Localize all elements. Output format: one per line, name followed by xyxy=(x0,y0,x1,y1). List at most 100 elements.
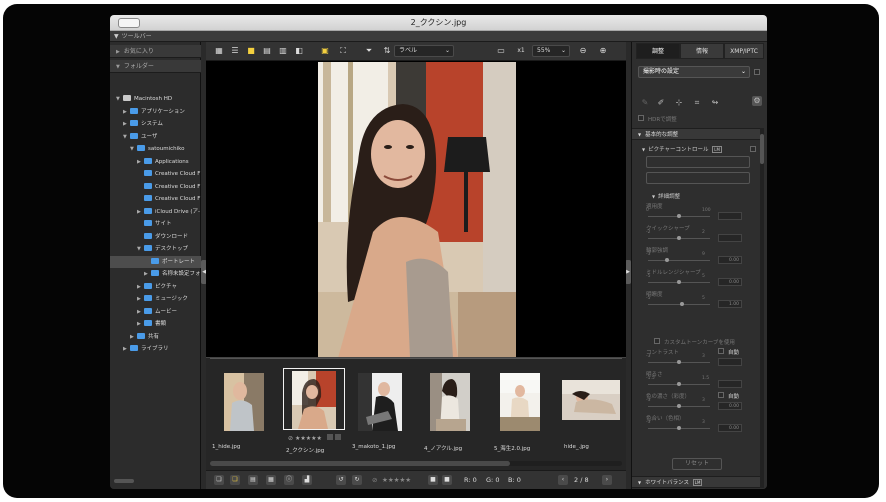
retouch-brush-icon[interactable]: ✐ xyxy=(656,98,666,108)
slider-value-field[interactable]: 0.00 xyxy=(718,256,742,264)
single-view-icon[interactable]: ■ xyxy=(246,46,256,56)
label-color-icon[interactable]: ■ xyxy=(428,475,438,485)
label-icon[interactable] xyxy=(326,434,333,440)
folder-tree-item[interactable]: ▶ アプリケーション xyxy=(110,106,201,118)
info-panel-icon[interactable]: ▤ xyxy=(248,475,258,485)
crop-icon[interactable]: ⌗ xyxy=(692,98,702,108)
grid-view-icon[interactable]: ▦ xyxy=(214,46,224,56)
thumbnail-3[interactable] xyxy=(358,373,402,431)
disclosure-right-icon[interactable]: ▶ xyxy=(144,268,151,280)
zoom-in-icon[interactable]: ⊕ xyxy=(598,46,608,56)
protect-toggle-icon[interactable]: ■ xyxy=(442,475,452,485)
filter-icon[interactable]: ⏷ xyxy=(364,46,374,56)
folder-tree-item[interactable]: ▶ 名称未設定フォ xyxy=(110,268,201,280)
zoom-dropdown[interactable]: 55% ⌄ xyxy=(532,45,570,57)
picture-control-sub-dropdown[interactable] xyxy=(646,172,750,184)
disclosure-right-icon[interactable]: ▶ xyxy=(137,318,144,330)
next-image-button[interactable]: › xyxy=(602,475,612,485)
folder-tree-item[interactable]: ▼ デスクトップ xyxy=(110,243,201,255)
tab-adjust[interactable]: 調整 xyxy=(636,43,680,59)
auto-checkbox[interactable] xyxy=(718,348,724,354)
sort-icon[interactable]: ⇅ xyxy=(382,46,392,56)
disclosure-right-icon[interactable]: ▶ xyxy=(130,331,137,343)
slider-value-field[interactable] xyxy=(718,234,742,242)
zoom-out-icon[interactable]: ⊖ xyxy=(578,46,588,56)
slider-track[interactable] xyxy=(648,304,710,305)
star-icon[interactable]: ★ xyxy=(317,435,322,442)
image-viewer[interactable] xyxy=(206,61,626,358)
disclosure-down-icon[interactable]: ▼ xyxy=(116,93,123,105)
fit-to-window-icon[interactable]: ▭ xyxy=(496,46,506,56)
previous-image-button[interactable]: ‹ xyxy=(558,475,568,485)
right-panel-scrollbar[interactable] xyxy=(760,128,764,488)
folder-tree-item[interactable]: ▼ Macintosh HD xyxy=(110,93,201,105)
filmstrip-scroll-knob[interactable] xyxy=(210,461,510,466)
slider-knob[interactable] xyxy=(677,382,681,386)
disclosure-right-icon[interactable]: ▶ xyxy=(137,206,144,218)
disclosure-right-icon[interactable]: ▶ xyxy=(123,343,130,355)
slider-knob[interactable] xyxy=(677,236,681,240)
slider-value-field[interactable]: 1.00 xyxy=(718,300,742,308)
disclosure-right-icon[interactable]: ▶ xyxy=(123,118,130,130)
picture-control-dropdown[interactable] xyxy=(646,156,750,168)
filmstrip-view-icon[interactable]: ▤ xyxy=(262,46,272,56)
right-panel-scroll-knob[interactable] xyxy=(760,134,764,164)
folder-tree-item[interactable]: ▶ ミュージック xyxy=(110,293,201,305)
disclosure-right-icon[interactable]: ▶ xyxy=(137,293,144,305)
zoom-factor[interactable]: x1 xyxy=(514,46,528,56)
preset-dropdown[interactable]: 撮影時の設定 ⌄ xyxy=(638,66,750,78)
folder-tree-item[interactable]: Creative Cloud F xyxy=(110,168,201,180)
rotate-right-icon[interactable]: ↻ xyxy=(352,475,362,485)
basic-adjust-header[interactable]: ▼ 基本的な調整 xyxy=(632,128,760,140)
histogram-icon[interactable]: ▟ xyxy=(302,475,312,485)
rating-reject-icon[interactable]: ⊘ xyxy=(288,435,293,442)
disclosure-down-icon[interactable]: ▼ xyxy=(137,243,144,255)
disclosure-right-icon[interactable]: ▶ xyxy=(137,156,144,168)
disclosure-right-icon[interactable]: ▶ xyxy=(137,306,144,318)
rotate-left-icon[interactable]: ↺ xyxy=(336,475,346,485)
slider-knob[interactable] xyxy=(677,280,681,284)
rating-stars-bottom[interactable]: ★★★★★ xyxy=(382,476,411,484)
thumbnail-2[interactable] xyxy=(292,371,336,429)
slider-value-field[interactable] xyxy=(718,358,742,366)
info-icon[interactable]: ⓘ xyxy=(284,475,294,485)
folder-tree-item[interactable]: ▶ ライブラリ xyxy=(110,343,201,355)
tab-info[interactable]: 情報 xyxy=(680,43,724,59)
folder-tree-item[interactable]: Creative Cloud F xyxy=(110,193,201,205)
compare-view-icon[interactable]: ▥ xyxy=(278,46,288,56)
slider-track[interactable] xyxy=(648,260,710,261)
folder-tree-item[interactable]: Creative Cloud F xyxy=(110,181,201,193)
picture-control-header[interactable]: ▼ ピクチャーコントロール LM xyxy=(642,145,722,153)
filmstrip-scrollbar[interactable] xyxy=(210,461,622,466)
thumbnail-4[interactable] xyxy=(430,373,470,431)
tab-xmp-iptc[interactable]: XMP/IPTC xyxy=(724,43,764,59)
slider-value-field[interactable] xyxy=(718,380,742,388)
slider-value-field[interactable]: 0.00 xyxy=(718,402,742,410)
favorites-header[interactable]: ▶ お気に入り xyxy=(110,45,201,58)
folder-tree-item[interactable]: ダウンロード xyxy=(110,231,201,243)
reject-icon[interactable]: ⊘ xyxy=(372,476,377,484)
red-eye-icon[interactable]: ↬ xyxy=(710,98,720,108)
auto-checkbox[interactable] xyxy=(718,392,724,398)
split-view-icon[interactable]: ◧ xyxy=(294,46,304,56)
reset-button[interactable]: リセット xyxy=(672,458,722,470)
thumbnail-5[interactable] xyxy=(500,373,540,431)
folder-tree-item[interactable]: ▶ Applications xyxy=(110,156,201,168)
protect-icon[interactable] xyxy=(334,434,341,440)
disclosure-right-icon[interactable]: ▶ xyxy=(137,281,144,293)
folders-header[interactable]: ▼ フォルダー xyxy=(110,60,201,73)
folder-tree-item[interactable]: ▶ ムービー xyxy=(110,306,201,318)
disclosure-right-icon[interactable]: ▶ xyxy=(123,106,130,118)
slider-knob[interactable] xyxy=(677,404,681,408)
thumbnail-6[interactable] xyxy=(562,380,620,420)
slider-value-field[interactable] xyxy=(718,212,742,220)
folder-tree-item[interactable]: ▶ システム xyxy=(110,118,201,130)
fullscreen-icon[interactable]: ⛶ xyxy=(338,46,348,56)
folder-tree-item[interactable]: ▶ ピクチャ xyxy=(110,281,201,293)
picture-control-checkbox[interactable] xyxy=(750,146,756,152)
custom-curve-checkbox[interactable] xyxy=(654,338,660,344)
straighten-icon[interactable]: ⊹ xyxy=(674,98,684,108)
folder-tree-item[interactable]: ▶ 書類 xyxy=(110,318,201,330)
preset-option-box[interactable] xyxy=(754,69,760,75)
folder-tree-item[interactable]: ポートレート xyxy=(110,255,201,268)
